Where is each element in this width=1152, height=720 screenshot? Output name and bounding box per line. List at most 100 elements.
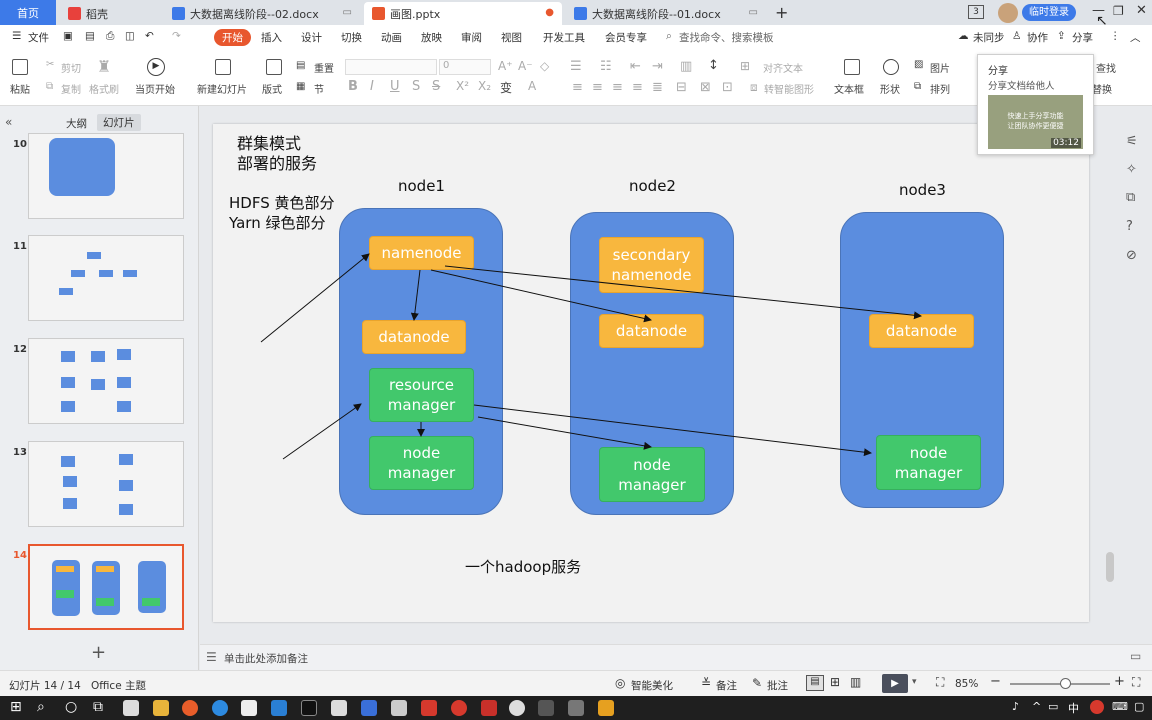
pycharm-icon[interactable]	[301, 700, 317, 716]
share-button[interactable]: 分享	[1072, 30, 1093, 45]
collapse-panel-icon[interactable]: «	[5, 115, 12, 129]
menu-home[interactable]: 开始	[214, 29, 251, 46]
command-search[interactable]: 查找命令、搜索模板	[679, 30, 774, 45]
section-button[interactable]: 节	[314, 81, 324, 96]
close-icon[interactable]: ▭	[749, 7, 758, 18]
menu-transition[interactable]: 切换	[341, 30, 362, 45]
align-left-icon[interactable]: ≡	[572, 80, 583, 95]
collab-button[interactable]: 协作	[1027, 30, 1048, 45]
vm-icon[interactable]	[538, 700, 554, 716]
picture-button[interactable]: 图片	[930, 60, 950, 75]
zoom-in-icon[interactable]: +	[1114, 674, 1125, 689]
subscript-icon[interactable]: X₂	[478, 79, 491, 93]
beautify-button[interactable]: 智能美化	[631, 678, 673, 693]
char-spacing-icon[interactable]: 变	[500, 79, 512, 96]
tray-app-icon[interactable]	[1090, 700, 1104, 714]
add-slide-button[interactable]: +	[91, 642, 106, 663]
sorter-view-icon[interactable]: ⊞	[830, 675, 840, 689]
format-painter-button[interactable]: 格式刷	[89, 81, 119, 96]
tray-chevron-icon[interactable]: ^	[1032, 700, 1041, 713]
print-icon[interactable]: ⎙	[106, 30, 114, 43]
slide-thumbnail-12[interactable]	[28, 338, 184, 424]
tab-pptx[interactable]: 画图.pptx ●	[364, 2, 562, 25]
clear-format-icon[interactable]: ◇	[540, 59, 549, 73]
hamburger-icon[interactable]: ☰	[12, 30, 21, 42]
notes-toggle[interactable]: 备注	[716, 678, 737, 693]
search-icon[interactable]: ⌕	[37, 699, 45, 715]
decrease-font-icon[interactable]: A⁻	[518, 59, 533, 73]
strike-icon[interactable]: S	[432, 79, 440, 94]
close-window-icon[interactable]: ✕	[1136, 3, 1147, 18]
settings-app-icon[interactable]	[391, 700, 407, 716]
menu-view[interactable]: 视图	[501, 30, 522, 45]
fullscreen-icon[interactable]: ⛶	[1132, 675, 1140, 690]
outdent-icon[interactable]: ⇤	[630, 59, 641, 74]
avatar[interactable]	[998, 3, 1018, 23]
expand-notes-icon[interactable]: ▭	[1130, 649, 1141, 663]
font-name-select[interactable]	[345, 59, 437, 75]
tab-doc01[interactable]: 大数据离线阶段--01.docx ▭	[566, 2, 766, 25]
close-icon[interactable]: ▭	[343, 7, 352, 18]
tray-mic-icon[interactable]: ♪	[1012, 700, 1019, 713]
terminal-icon[interactable]	[568, 700, 584, 716]
increase-font-icon[interactable]: A⁺	[498, 59, 513, 73]
replace-button[interactable]: 替换	[1092, 81, 1112, 96]
slide-thumbnail-10[interactable]	[28, 133, 184, 219]
file-explorer-icon[interactable]	[153, 700, 169, 716]
cortana-icon[interactable]: ○	[65, 699, 77, 715]
folder-icon[interactable]	[598, 700, 614, 716]
undo-icon[interactable]: ↶	[145, 30, 154, 42]
notes-bar[interactable]: ☰ 单击此处添加备注 ▭	[200, 644, 1152, 670]
menu-developer[interactable]: 开发工具	[543, 30, 585, 45]
vscode-icon[interactable]	[271, 700, 287, 716]
paste-icon[interactable]	[12, 59, 28, 75]
tutorial-video[interactable]: 快速上手分享功能 让团队协作更便捷 03:12	[988, 95, 1083, 149]
tab-outline[interactable]: 大纲	[66, 116, 87, 131]
indent-icon[interactable]: ⇥	[652, 59, 663, 74]
layout-button[interactable]: 版式	[262, 81, 282, 96]
slide-canvas[interactable]: 群集模式 部署的服务 HDFS 黄色部分 Yarn 绿色部分 node1 nod…	[213, 124, 1089, 622]
arrange-button[interactable]: 排列	[930, 81, 950, 96]
store-icon[interactable]	[123, 700, 139, 716]
wps-icon[interactable]	[421, 700, 437, 716]
menu-animation[interactable]: 动画	[381, 30, 402, 45]
settings-icon[interactable]: ⚟	[1126, 134, 1138, 149]
textbox-button[interactable]: 文本框	[834, 81, 864, 96]
collapse-ribbon-icon[interactable]: ︿	[1130, 30, 1141, 45]
input-method[interactable]: 中	[1068, 700, 1079, 716]
justify-icon[interactable]: ≡	[632, 80, 643, 95]
paste-button[interactable]: 粘贴	[10, 81, 30, 96]
login-button[interactable]: 临时登录	[1022, 4, 1076, 21]
export-pdf-icon[interactable]: ▤	[85, 30, 95, 42]
fit-window-icon[interactable]: ⛶	[936, 675, 944, 690]
help-icon[interactable]: ?	[1126, 219, 1133, 234]
italic-icon[interactable]: I	[370, 79, 374, 94]
theme-name[interactable]: Office 主题	[91, 678, 146, 693]
sync-button[interactable]: 未同步	[973, 30, 1005, 45]
obs-icon[interactable]	[509, 700, 525, 716]
text-box-align-icon[interactable]: ⊟	[676, 80, 687, 95]
comments-toggle[interactable]: 批注	[767, 678, 788, 693]
restore-icon[interactable]: ❐	[1113, 4, 1124, 18]
play-slideshow-button[interactable]: ▶	[882, 674, 908, 693]
superscript-icon[interactable]: X²	[456, 79, 469, 93]
edge-icon[interactable]	[212, 700, 228, 716]
tab-docer[interactable]: 稻壳	[60, 2, 160, 25]
slide-thumbnail-14[interactable]	[28, 544, 184, 630]
slideshow-dropdown-icon[interactable]: ▾	[912, 677, 917, 687]
slide-thumbnail-11[interactable]	[28, 235, 184, 321]
window-count-badge[interactable]: 3	[968, 5, 984, 19]
zoom-slider-knob[interactable]	[1060, 678, 1071, 689]
underline-icon[interactable]: U	[390, 79, 400, 94]
fit-text-icon[interactable]: ⊠	[700, 80, 711, 95]
new-slide-button[interactable]: 新建幻灯片	[197, 81, 247, 96]
shadow-icon[interactable]: S	[412, 79, 420, 94]
convert-smartart-button[interactable]: 转智能图形	[764, 81, 814, 96]
save-icon[interactable]: ▣	[63, 30, 73, 42]
distribute-icon[interactable]: ≣	[652, 80, 663, 95]
menu-design[interactable]: 设计	[301, 30, 322, 45]
zoom-level[interactable]: 85%	[955, 678, 978, 690]
numbering-icon[interactable]: ☷	[600, 59, 612, 74]
line-spacing-icon[interactable]: ↕	[708, 58, 719, 73]
reading-view-icon[interactable]: ▥	[850, 675, 861, 689]
